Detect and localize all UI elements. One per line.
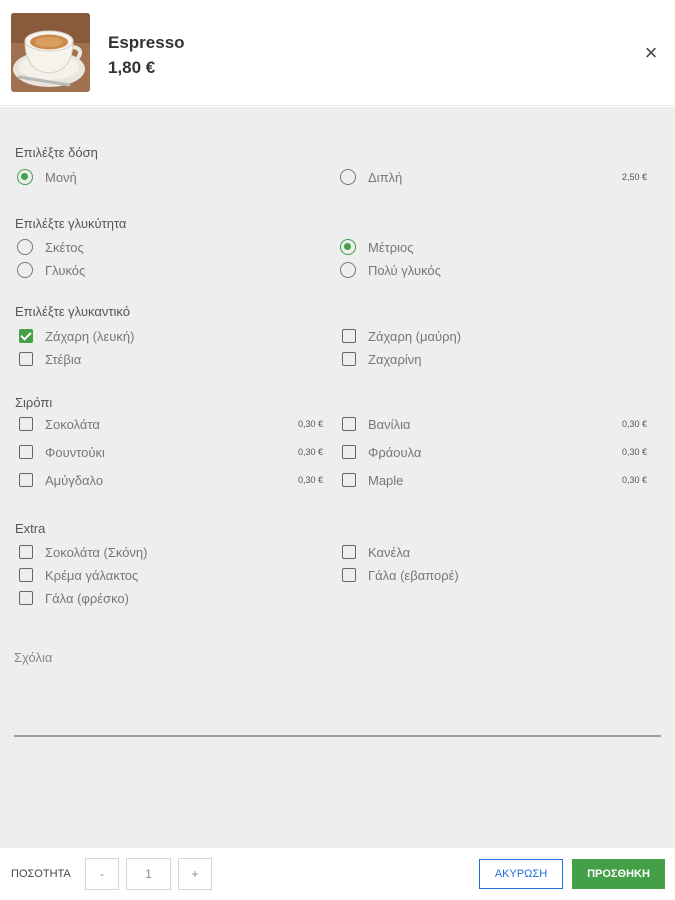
option-label: Στέβια (45, 351, 82, 367)
section-title-extra: Extra (15, 521, 46, 536)
quantity-input[interactable]: 1 (126, 858, 171, 890)
radio-sweetness-plain[interactable]: Σκέτος (17, 237, 84, 257)
checkbox-icon (19, 445, 33, 459)
option-label: Γάλα (φρέσκο) (45, 590, 129, 606)
section-title-syrup: Σιρόπι (15, 395, 53, 410)
checkbox-icon (19, 473, 33, 487)
option-label: Ζαχαρίνη (368, 351, 422, 367)
checkbox-extra-chocolate-powder[interactable]: Σοκολάτα (Σκόνη) (19, 542, 147, 562)
checkbox-icon (342, 352, 356, 366)
checkbox-icon (19, 568, 33, 582)
option-label: Σοκολάτα (45, 416, 100, 432)
checkbox-icon (342, 445, 356, 459)
footer-bar: ΠΟΣΟΤΗΤΑ - 1 + ΑΚΥΡΩΣΗ ΠΡΟΣΘΗΚΗ (0, 848, 675, 900)
checkbox-checked-icon (19, 329, 33, 343)
radio-icon (340, 262, 356, 278)
checkbox-syrup-strawberry[interactable]: Φράουλα (342, 442, 421, 462)
option-label: Σοκολάτα (Σκόνη) (45, 544, 148, 560)
quantity-label: ΠΟΣΟΤΗΤΑ (11, 868, 71, 880)
extra-price-hazelnut: 0,30 € (297, 447, 323, 457)
product-header: Espresso 1,80 € × (0, 0, 675, 106)
option-label: Κανέλα (368, 544, 411, 560)
product-price: 1,80 € (108, 58, 156, 77)
option-label: Διπλή (368, 169, 403, 185)
close-icon[interactable]: × (640, 42, 662, 64)
section-title-sweetener: Επιλέξτε γλυκαντικό (15, 304, 130, 319)
option-label: Πολύ γλυκός (368, 262, 441, 278)
cancel-button[interactable]: ΑΚΥΡΩΣΗ (479, 859, 563, 889)
extra-price-almond: 0,30 € (297, 475, 323, 485)
checkbox-icon (342, 417, 356, 431)
add-button[interactable]: ΠΡΟΣΘΗΚΗ (572, 859, 665, 889)
radio-dose-double[interactable]: Διπλή (340, 167, 402, 187)
radio-dose-single[interactable]: Μονή (17, 167, 77, 187)
radio-icon (17, 262, 33, 278)
option-label: Ζάχαρη (λευκή) (45, 328, 135, 344)
radio-selected-icon (17, 169, 33, 185)
radio-sweetness-medium[interactable]: Μέτριος (340, 237, 414, 257)
radio-selected-icon (340, 239, 356, 255)
section-title-dose: Επιλέξτε δόση (15, 145, 98, 160)
comments-underline (14, 735, 661, 737)
option-label: Σκέτος (45, 239, 84, 255)
checkbox-sugar-white[interactable]: Ζάχαρη (λευκή) (19, 326, 134, 346)
espresso-cup-image (11, 13, 90, 92)
comments-input[interactable]: Σχόλια (14, 650, 52, 665)
checkbox-saccharin[interactable]: Ζαχαρίνη (342, 349, 421, 369)
checkbox-sugar-brown[interactable]: Ζάχαρη (μαύρη) (342, 326, 461, 346)
checkbox-syrup-chocolate[interactable]: Σοκολάτα (19, 414, 100, 434)
option-label: Ζάχαρη (μαύρη) (368, 328, 462, 344)
quantity-plus-button[interactable]: + (178, 858, 212, 890)
checkbox-extra-cinnamon[interactable]: Κανέλα (342, 542, 410, 562)
extra-price-double: 2,50 € (621, 172, 647, 182)
option-label: Γλυκός (45, 262, 86, 278)
option-label: Αμύγδαλο (45, 472, 104, 488)
section-title-sweetness: Επιλέξτε γλυκύτητα (15, 216, 127, 231)
checkbox-syrup-hazelnut[interactable]: Φουντούκι (19, 442, 105, 462)
extra-price-vanilla: 0,30 € (621, 419, 647, 429)
extra-price-strawberry: 0,30 € (621, 447, 647, 457)
radio-sweetness-sweet[interactable]: Γλυκός (17, 260, 85, 280)
checkbox-icon (19, 352, 33, 366)
option-label: Γάλα (εβαπορέ) (368, 567, 459, 583)
checkbox-icon (19, 591, 33, 605)
radio-sweetness-very-sweet[interactable]: Πολύ γλυκός (340, 260, 441, 280)
radio-icon (340, 169, 356, 185)
option-label: Μονή (45, 169, 77, 185)
checkbox-syrup-almond[interactable]: Αμύγδαλο (19, 470, 103, 490)
checkbox-icon (19, 545, 33, 559)
checkbox-stevia[interactable]: Στέβια (19, 349, 81, 369)
checkbox-extra-fresh-milk[interactable]: Γάλα (φρέσκο) (19, 588, 129, 608)
checkbox-icon (19, 417, 33, 431)
checkbox-syrup-maple[interactable]: Maple (342, 470, 403, 490)
checkbox-icon (342, 568, 356, 582)
checkbox-syrup-vanilla[interactable]: Βανίλια (342, 414, 410, 434)
option-label: Φουντούκι (45, 444, 105, 460)
product-title: Espresso (108, 33, 185, 52)
checkbox-icon (342, 545, 356, 559)
option-label: Μέτριος (368, 239, 414, 255)
extra-price-chocolate: 0,30 € (297, 419, 323, 429)
quantity-minus-button[interactable]: - (85, 858, 119, 890)
checkbox-extra-cream[interactable]: Κρέμα γάλακτος (19, 565, 138, 585)
radio-icon (17, 239, 33, 255)
option-label: Βανίλια (368, 416, 411, 432)
extra-price-maple: 0,30 € (621, 475, 647, 485)
option-label: Κρέμα γάλακτος (45, 567, 139, 583)
option-label: Maple (368, 472, 404, 488)
option-label: Φράουλα (368, 444, 422, 460)
checkbox-extra-evaporated-milk[interactable]: Γάλα (εβαπορέ) (342, 565, 459, 585)
checkbox-icon (342, 329, 356, 343)
checkbox-icon (342, 473, 356, 487)
